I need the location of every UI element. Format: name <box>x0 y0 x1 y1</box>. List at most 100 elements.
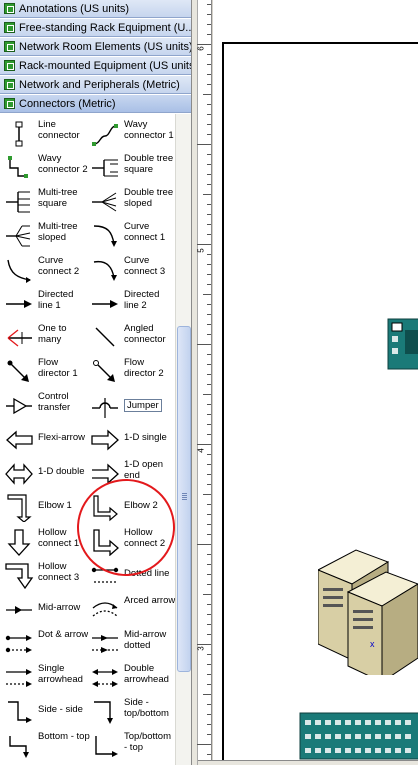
shape-mid-arrow-dotted[interactable]: Mid-arrow dotted <box>86 627 172 661</box>
stencil-network-peripherals[interactable]: Network and Peripherals (Metric) <box>0 76 191 94</box>
shape-angled-connector[interactable]: Angled connector <box>86 321 172 355</box>
patch-panel-icon[interactable] <box>299 712 418 760</box>
shape-hollow-connect-1[interactable]: Hollow connect 1 <box>0 525 86 559</box>
shape-single-arrowhead[interactable]: Single arrowhead <box>0 661 86 695</box>
ruler-tick <box>207 254 211 255</box>
shape-multi-tree-square[interactable]: Multi-tree square <box>0 185 86 219</box>
shape-label: Directed line 1 <box>38 289 74 311</box>
shape-control-transfer[interactable]: Control transfer <box>0 389 86 423</box>
page-tabs-bar[interactable] <box>198 760 418 765</box>
curve-connect-3-icon <box>93 260 117 281</box>
shape-label: Top/bottom - top <box>124 731 171 753</box>
shape-jumper[interactable]: Jumper <box>86 389 172 423</box>
stencil-free-standing-rack[interactable]: Free-standing Rack Equipment (U... <box>0 19 191 37</box>
ruler-tick <box>207 704 211 705</box>
stencil-annotations[interactable]: Annotations (US units) <box>0 0 191 18</box>
shape-dot-arrow[interactable]: Dot & arrow <box>0 627 88 661</box>
shape-1d-double[interactable]: 1-D double <box>0 457 86 491</box>
stencil-rack-mounted-equipment[interactable]: Rack-mounted Equipment (US units) <box>0 57 191 75</box>
shape-curve-connect-2[interactable]: Curve connect 2 <box>0 253 86 287</box>
shape-label: Multi-tree sloped <box>38 221 78 243</box>
server-tower-icon[interactable]: x <box>318 540 418 675</box>
double-arrowhead-icon <box>92 669 118 687</box>
ruler-tick <box>207 154 211 155</box>
drawing-canvas[interactable]: x <box>213 0 418 760</box>
ruler-tick <box>207 164 211 165</box>
ruler-tick <box>207 504 211 505</box>
ruler-tick <box>207 314 211 315</box>
arced-arrow-icon <box>92 602 118 617</box>
shape-hollow-connect-2[interactable]: Hollow connect 2 <box>86 525 172 559</box>
shape-label: Mid-arrow dotted <box>124 629 167 651</box>
shape-top-bottom-top[interactable]: Top/bottom - top <box>86 729 172 763</box>
stencil-connectors-metric[interactable]: Connectors (Metric) <box>0 95 191 113</box>
ruler-tick <box>207 634 211 635</box>
ruler-tick <box>207 54 211 55</box>
shape-elbow-1[interactable]: Elbow 1 <box>0 491 86 525</box>
shape-side-top-bottom[interactable]: Side - top/bottom <box>86 695 172 729</box>
shape-double-tree-sloped[interactable]: Double tree sloped <box>86 185 173 219</box>
shape-label: Side - top/bottom <box>124 697 169 719</box>
ruler-tick <box>203 694 211 695</box>
shape-label: One to many <box>38 323 67 345</box>
rack-device-icon[interactable] <box>387 318 418 370</box>
shape-line-connector[interactable]: Line connector <box>0 117 86 151</box>
stencil-title: Connectors (Metric) <box>19 97 116 110</box>
shape-label: Hollow connect 1 <box>38 527 80 549</box>
side-side-icon <box>8 701 32 723</box>
shape-dotted-line[interactable]: Dotted line <box>86 559 172 593</box>
shape-hollow-connect-3[interactable]: Hollow connect 3 <box>0 559 86 593</box>
shape-double-tree-square[interactable]: Double tree square <box>86 151 173 185</box>
mid-arrow-icon <box>6 606 32 614</box>
shape-curve-connect-3[interactable]: Curve connect 3 <box>86 253 172 287</box>
shape-curve-connect-1[interactable]: Curve connect 1 <box>86 219 172 253</box>
scrollbar-thumb[interactable] <box>177 326 191 672</box>
shape-double-arrowhead[interactable]: Double arrowhead <box>86 661 172 695</box>
shape-flow-director-2[interactable]: Flow director 2 <box>86 355 172 389</box>
ruler-tick <box>207 364 211 365</box>
ruler-tick <box>207 514 211 515</box>
shape-label: Arced arrow <box>124 595 175 606</box>
hollow-connect-3-icon <box>5 563 34 590</box>
shape-1d-single[interactable]: 1-D single <box>86 423 172 457</box>
shape-multi-tree-sloped[interactable]: Multi-tree sloped <box>0 219 86 253</box>
shape-grid: Line connector Wavy connector 1 Wavy con… <box>0 114 175 765</box>
shapes-scrollbar[interactable] <box>175 114 191 765</box>
shape-label: Curve connect 3 <box>124 255 166 277</box>
wavy-connector-2-icon <box>8 156 28 178</box>
shape-arced-arrow[interactable]: Arced arrow <box>86 593 175 627</box>
ruler-tick <box>207 124 211 125</box>
ruler-tick <box>207 414 211 415</box>
dotted-line-icon <box>91 567 119 583</box>
ruler-tick <box>203 394 211 395</box>
shape-wavy-connector-2[interactable]: Wavy connector 2 <box>0 151 88 185</box>
shape-label: Directed line 2 <box>124 289 160 311</box>
stencil-icon <box>4 79 15 90</box>
ruler-tick <box>197 244 211 245</box>
shape-flow-director-1[interactable]: Flow director 1 <box>0 355 86 389</box>
shape-flexi-arrow[interactable]: Flexi-arrow <box>0 423 86 457</box>
ruler-tick <box>207 34 211 35</box>
ruler-tick <box>207 324 211 325</box>
shape-wavy-connector-1[interactable]: Wavy connector 1 <box>86 117 174 151</box>
shape-directed-line-2[interactable]: Directed line 2 <box>86 287 172 321</box>
shape-label: Single arrowhead <box>38 663 83 685</box>
shape-side-side[interactable]: Side - side <box>0 695 86 729</box>
ruler-tick <box>203 294 211 295</box>
shape-bottom-top[interactable]: Bottom - top <box>0 729 90 763</box>
shape-label: 1-D open end <box>124 459 164 481</box>
stencil-network-room-elements[interactable]: Network Room Elements (US units) <box>0 38 191 56</box>
shape-label: Control transfer <box>38 391 71 413</box>
ruler-tick <box>207 714 211 715</box>
ruler-tick <box>207 404 211 405</box>
shape-1d-open-end[interactable]: 1-D open end <box>86 457 172 491</box>
shape-elbow-2[interactable]: Elbow 2 <box>86 491 172 525</box>
shape-directed-line-1[interactable]: Directed line 1 <box>0 287 86 321</box>
shape-mid-arrow[interactable]: Mid-arrow <box>0 593 86 627</box>
shape-one-to-many[interactable]: One to many <box>0 321 86 355</box>
shape-label: Hollow connect 2 <box>124 527 166 549</box>
double-tree-square-icon <box>92 159 118 177</box>
ruler-tick <box>203 494 211 495</box>
stencil-title: Annotations (US units) <box>19 2 130 15</box>
ruler-tick <box>207 24 211 25</box>
